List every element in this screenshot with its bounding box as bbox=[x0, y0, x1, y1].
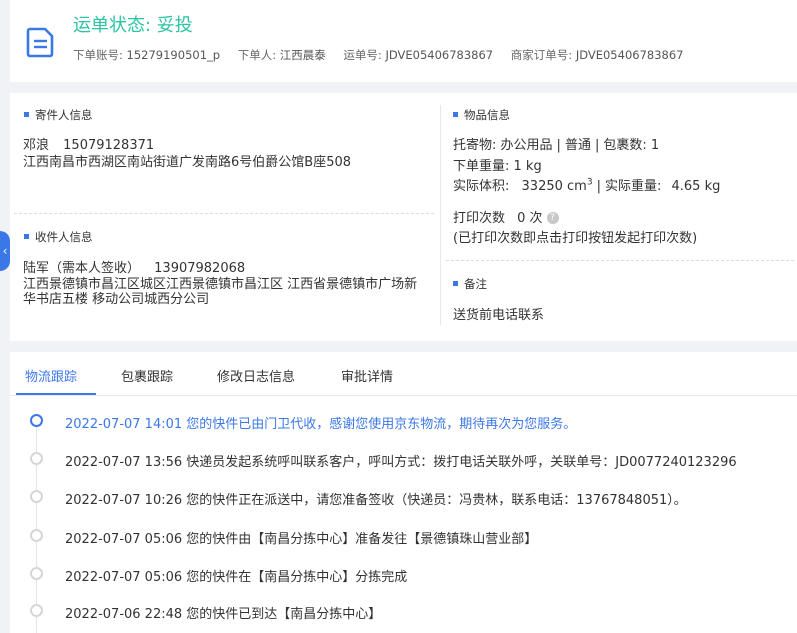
service-type: 普通 bbox=[564, 138, 591, 153]
timeline-event: 2022-07-07 10:26 您的快件正在派送中，请您准备签收（快递员：冯贵… bbox=[65, 493, 687, 508]
sender-phone: 15079128371 bbox=[63, 138, 155, 153]
volume-label: 实际体积: bbox=[453, 179, 510, 194]
actual-weight: 4.65 kg bbox=[671, 179, 721, 194]
tab-change-log[interactable]: 修改日志信息 bbox=[217, 366, 295, 385]
sender-name: 邓浪 bbox=[23, 138, 50, 153]
sender-receiver-divider bbox=[14, 213, 434, 214]
goods-title: 物品信息 bbox=[453, 107, 510, 123]
receiver-contact: 陆军（需本人签收） 13907982068 bbox=[23, 257, 245, 276]
merchant-order-number: JDVE05406783867 bbox=[575, 48, 684, 62]
timeline-dot bbox=[30, 604, 43, 617]
timeline-event: 2022-07-07 05:06 您的快件在【南昌分拣中心】分拣完成 bbox=[65, 570, 408, 585]
tracking-tabs: 物流跟踪 包裹跟踪 修改日志信息 审批详情 bbox=[10, 352, 797, 396]
timeline-dot bbox=[30, 414, 43, 427]
timeline-dot bbox=[30, 452, 43, 465]
shipment-info: 寄件人信息 邓浪 15079128371 江西南昌市西湖区南站街道广发南路6号伯… bbox=[10, 93, 797, 341]
timeline-event: 2022-07-07 05:06 您的快件由【南昌分拣中心】准备发往【景德镇珠山… bbox=[65, 532, 538, 547]
sender-title: 寄件人信息 bbox=[24, 107, 93, 123]
print-count: 0 次 bbox=[517, 211, 543, 226]
sender-address: 江西南昌市西湖区南站街道广发南路6号伯爵公馆B座508 bbox=[23, 155, 352, 170]
volume-value: 33250 cm bbox=[521, 179, 587, 194]
item-value: 办公用品 bbox=[500, 138, 553, 153]
order-account: 15279190501_p bbox=[126, 48, 221, 62]
timeline-dot bbox=[30, 529, 43, 542]
order-weight: 1 kg bbox=[513, 159, 542, 174]
order-account-label: 下单账号: bbox=[73, 48, 123, 62]
timeline-event: 2022-07-06 22:48 您的快件已到达【南昌分拣中心】 bbox=[65, 607, 382, 622]
volume-unit-exponent: 3 bbox=[586, 177, 593, 188]
goods-line: 托寄物: 办公用品 | 普通 | 包裹数: 1 bbox=[453, 138, 660, 153]
orderer: 江西晨泰 bbox=[279, 48, 326, 62]
document-icon bbox=[26, 27, 54, 58]
help-icon[interactable]: ? bbox=[546, 211, 559, 224]
waybill-header: 运单状态: 妥投 下单账号: 15279190501_p 下单人: 江西晨泰 运… bbox=[10, 0, 797, 82]
waybill-label: 运单号: bbox=[343, 48, 382, 62]
tab-logistics-tracking[interactable]: 物流跟踪 bbox=[25, 366, 77, 385]
waybill-meta: 下单账号: 15279190501_p 下单人: 江西晨泰 运单号: JDVE0… bbox=[73, 47, 697, 63]
waybill-status: 运单状态: 妥投 bbox=[73, 15, 193, 36]
collapse-tab[interactable]: ‹ bbox=[0, 231, 10, 271]
receiver-address: 江西景德镇市昌江区城区江西景德镇市昌江区 江西省景德镇市广场新华书店五楼 移动公… bbox=[23, 277, 418, 307]
order-weight-label: 下单重量: bbox=[453, 159, 510, 174]
timeline-event: 2022-07-07 14:01 您的快件已由门卫代收，感谢您使用京东物流，期待… bbox=[65, 417, 577, 432]
sender-contact: 邓浪 15079128371 bbox=[23, 134, 154, 153]
merchant-order-label: 商家订单号: bbox=[510, 48, 573, 62]
active-tab-indicator bbox=[16, 393, 96, 395]
timeline-event: 2022-07-07 13:56 快递员发起系统呼叫联系客户，呼叫方式：拨打电话… bbox=[65, 455, 737, 470]
goods-remark-divider bbox=[446, 260, 794, 261]
orderer-label: 下单人: bbox=[237, 48, 277, 62]
chevron-left-icon: ‹ bbox=[2, 244, 8, 258]
order-weight-line: 下单重量: 1 kg bbox=[453, 155, 542, 174]
remark-text: 送货前电话联系 bbox=[453, 308, 545, 323]
tab-approval-details[interactable]: 审批详情 bbox=[341, 366, 393, 385]
receiver-name: 陆军（需本人签收） bbox=[23, 261, 141, 276]
tracking-panel: 物流跟踪 包裹跟踪 修改日志信息 审批详情 2022-07-07 14:01 您… bbox=[10, 352, 797, 633]
print-count-line: 打印次数 0 次? bbox=[453, 207, 559, 226]
print-count-label: 打印次数 bbox=[453, 211, 506, 226]
timeline-dot bbox=[30, 490, 43, 503]
receiver-title: 收件人信息 bbox=[24, 229, 93, 245]
actual-weight-label: 实际重量: bbox=[604, 179, 662, 194]
packages-value: 1 bbox=[650, 138, 660, 153]
packages-label: 包裹数: bbox=[603, 138, 647, 153]
remark-title: 备注 bbox=[453, 276, 487, 292]
tab-package-tracking[interactable]: 包裹跟踪 bbox=[121, 366, 173, 385]
column-divider bbox=[440, 105, 441, 325]
receiver-phone: 13907982068 bbox=[154, 261, 246, 276]
waybill-number: JDVE05406783867 bbox=[385, 48, 494, 62]
timeline-dot bbox=[30, 567, 43, 580]
item-label: 托寄物: bbox=[453, 138, 497, 153]
volume-weight-line: 实际体积: 33250 cm3 | 实际重量: 4.65 kg bbox=[453, 177, 721, 194]
print-hint: (已打印次数即点击打印按钮发起打印次数) bbox=[453, 231, 698, 246]
